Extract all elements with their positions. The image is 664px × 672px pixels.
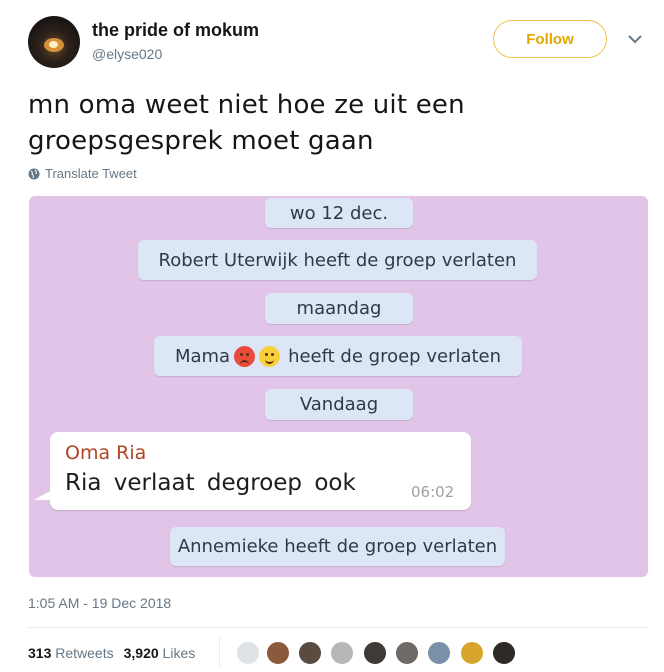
system-message-2-rest: heeft de groep verlaten [288, 345, 502, 367]
liker-avatar-2[interactable] [265, 640, 291, 666]
retweets-label: Retweets [55, 645, 114, 661]
date-chip-2: maandag [265, 293, 413, 324]
liker-avatar-1[interactable] [235, 640, 261, 666]
translate-tweet-link[interactable]: Translate Tweet [28, 166, 137, 181]
likes-label: Likes [162, 645, 196, 661]
retweets-stat[interactable]: 313 Retweets [28, 645, 114, 661]
chat-screenshot: wo 12 dec. Robert Uterwijk heeft de groe… [29, 196, 648, 577]
liker-avatar-3[interactable] [297, 640, 323, 666]
smiling-face-icon [259, 345, 281, 367]
globe-icon [28, 168, 40, 179]
likes-stat[interactable]: 3,920 Likes [124, 645, 196, 661]
chevron-down-icon[interactable] [626, 30, 644, 48]
message-sender: Oma Ria [65, 442, 147, 464]
translate-tweet-label[interactable]: Translate Tweet [45, 166, 137, 181]
message-bubble: Oma Ria Ria verlaat degroep ook 06:02 [50, 432, 471, 510]
liker-avatar-5[interactable] [362, 640, 388, 666]
follow-button[interactable]: Follow [493, 20, 607, 58]
tweet-text-line-2: groepsgesprek moet gaan [28, 126, 374, 156]
liker-avatar-6[interactable] [394, 640, 420, 666]
system-message-3: Annemieke heeft de groep verlaten [170, 527, 505, 566]
tweet-text: mn oma weet niet hoe ze uit een groepsge… [28, 87, 628, 159]
tweet-timestamp[interactable]: 1:05 AM - 19 Dec 2018 [28, 595, 171, 611]
message-text: Ria verlaat degroep ook [65, 470, 356, 496]
tweet-text-line-1: mn oma weet niet hoe ze uit een [28, 90, 465, 120]
system-message-2: Mama heeft de groep verlaten [154, 336, 522, 376]
retweets-count: 313 [28, 645, 52, 661]
tweet-stats: 313 Retweets 3,920 Likes [28, 645, 195, 661]
liker-avatar-8[interactable] [459, 640, 485, 666]
date-chip-3: Vandaag [265, 389, 413, 420]
liker-avatar-7[interactable] [426, 640, 452, 666]
user-handle[interactable]: @elyse020 [92, 46, 162, 62]
system-message-2-name: Mama [174, 345, 231, 367]
liker-avatar-4[interactable] [329, 640, 355, 666]
message-time: 06:02 [411, 483, 455, 501]
divider [28, 627, 648, 628]
angry-face-icon [234, 345, 256, 367]
date-chip-1: wo 12 dec. [265, 198, 413, 228]
liker-avatar-9[interactable] [491, 640, 517, 666]
system-message-1: Robert Uterwijk heeft de groep verlaten [138, 240, 537, 280]
profile-avatar[interactable] [28, 16, 80, 68]
likes-count: 3,920 [123, 645, 159, 661]
stats-separator [219, 637, 220, 667]
display-name[interactable]: the pride of mokum [92, 20, 259, 41]
